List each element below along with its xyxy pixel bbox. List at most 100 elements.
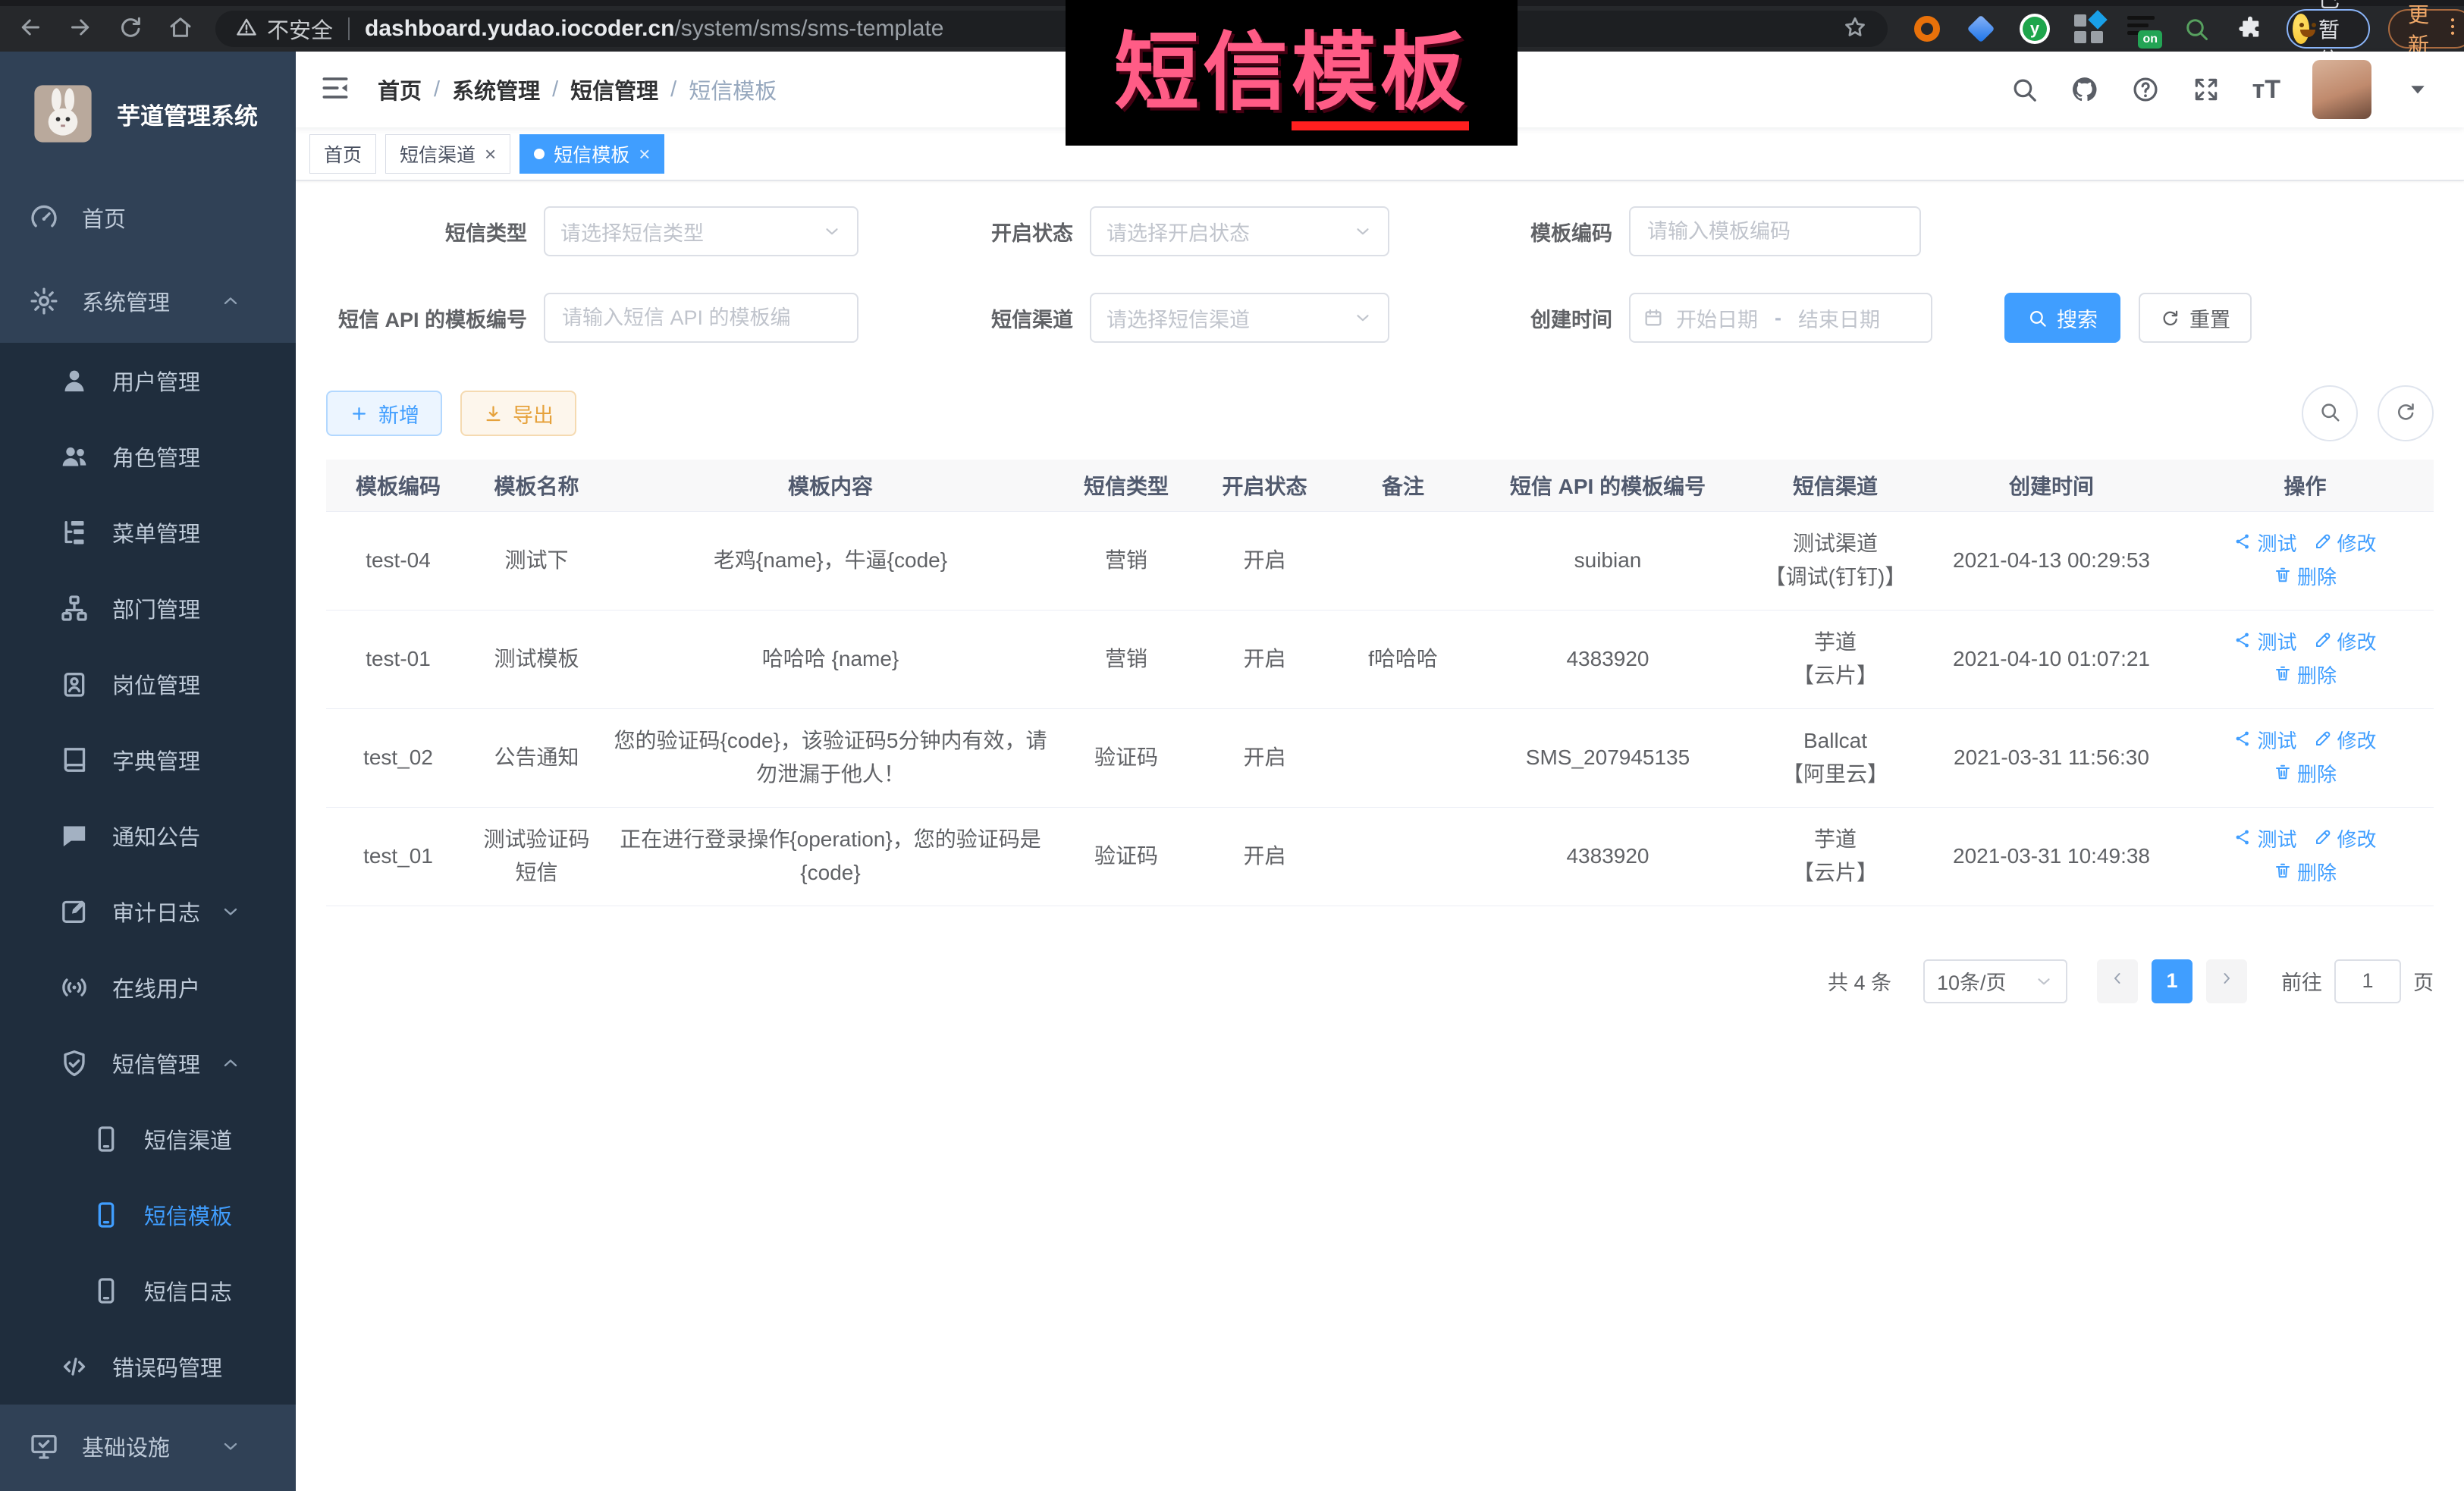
header-search-icon[interactable]: [2010, 75, 2039, 104]
forward-icon[interactable]: [67, 14, 94, 45]
user-avatar[interactable]: [2312, 60, 2371, 119]
address-divider: [348, 17, 350, 40]
cell-sms-type: 验证码: [1058, 807, 1194, 906]
sidebar-item-15[interactable]: 错误码管理: [0, 1329, 296, 1405]
sidebar-item-12[interactable]: 短信渠道: [0, 1101, 296, 1177]
toggle-search-button[interactable]: [2302, 385, 2358, 441]
cell-template-code: test_02: [326, 708, 470, 807]
edit-link[interactable]: 修改: [2314, 626, 2377, 659]
test-link[interactable]: 测试: [2233, 527, 2296, 560]
delete-link[interactable]: 删除: [2274, 560, 2337, 594]
sidebar-item-label: 角色管理: [112, 441, 200, 472]
delete-link[interactable]: 删除: [2274, 856, 2337, 890]
app-title: 芋道管理系统: [117, 97, 258, 131]
extension-grid-icon[interactable]: [2072, 12, 2105, 46]
sidebar-item-10[interactable]: 在线用户: [0, 950, 296, 1025]
export-button[interactable]: 导出: [460, 391, 576, 436]
extension-gem-icon[interactable]: [1964, 12, 1998, 46]
github-icon[interactable]: [2070, 75, 2099, 104]
sidebar-item-8[interactable]: 通知公告: [0, 798, 296, 874]
sidebar-item-0[interactable]: 首页: [0, 176, 296, 259]
breadcrumb-item[interactable]: 首页: [378, 74, 422, 105]
bookmark-star-icon[interactable]: [1842, 14, 1868, 44]
status-select[interactable]: 请选择开启状态: [1090, 206, 1389, 256]
page-size-select[interactable]: 10条/页: [1923, 959, 2067, 1003]
goto-page-input[interactable]: [2334, 959, 2401, 1003]
font-size-icon[interactable]: тT: [2252, 75, 2280, 105]
extension-ring-icon[interactable]: [1910, 12, 1944, 46]
fullscreen-icon[interactable]: [2192, 75, 2221, 104]
channel-select[interactable]: 请选择短信渠道: [1090, 293, 1389, 343]
test-link[interactable]: 测试: [2233, 724, 2296, 758]
reload-icon[interactable]: [117, 14, 144, 45]
help-icon[interactable]: [2131, 75, 2160, 104]
sidebar-item-label: 错误码管理: [112, 1351, 222, 1383]
sidebar-item-9[interactable]: 审计日志: [0, 874, 296, 950]
update-label: 更新: [2408, 0, 2429, 59]
home-icon[interactable]: [167, 14, 194, 45]
cell-status: 开启: [1194, 511, 1335, 610]
extensions-puzzle-icon[interactable]: [2233, 12, 2267, 46]
reset-button[interactable]: 重置: [2139, 293, 2252, 343]
sidebar-item-2[interactable]: 用户管理: [0, 343, 296, 419]
template-code-input[interactable]: [1629, 206, 1921, 256]
test-link[interactable]: 测试: [2233, 626, 2296, 659]
chevron-down-icon: [220, 1436, 241, 1457]
sidebar-item-label: 首页: [82, 202, 126, 234]
refresh-table-button[interactable]: [2378, 385, 2434, 441]
breadcrumb-separator: /: [552, 77, 558, 102]
cell-template-code: test_01: [326, 807, 470, 906]
address-bar[interactable]: 不安全 dashboard.yudao.iocoder.cn /system/s…: [215, 11, 1888, 47]
breadcrumb-item[interactable]: 系统管理: [452, 74, 540, 105]
create-time-range-picker[interactable]: 开始日期 - 结束日期: [1629, 293, 1932, 343]
avatar-caret-down-icon[interactable]: [2403, 75, 2432, 104]
sidebar-item-label: 字典管理: [112, 744, 200, 776]
sidebar-item-1[interactable]: 系统管理: [0, 259, 296, 343]
edit-link[interactable]: 修改: [2314, 724, 2377, 758]
cell-template-code: test-01: [326, 610, 470, 708]
extension-y-icon[interactable]: y: [2018, 12, 2051, 46]
extension-search-icon[interactable]: [2180, 12, 2213, 46]
edit-link[interactable]: 修改: [2314, 527, 2377, 560]
delete-link[interactable]: 删除: [2274, 758, 2337, 791]
prev-page-button[interactable]: [2097, 959, 2138, 1003]
filter-label-status: 开启状态: [858, 217, 1090, 246]
extension-list-icon[interactable]: on: [2126, 12, 2159, 46]
sms-type-select[interactable]: 请选择短信类型: [544, 206, 858, 256]
edit-link[interactable]: 修改: [2314, 823, 2377, 856]
api-template-id-input[interactable]: [544, 293, 858, 343]
column-header: 模板编码: [326, 460, 470, 511]
breadcrumb-item[interactable]: 短信管理: [570, 74, 658, 105]
sidebar-item-14[interactable]: 短信日志: [0, 1253, 296, 1329]
browser-update-button[interactable]: 更新: [2388, 9, 2464, 49]
close-icon[interactable]: ×: [639, 144, 650, 164]
cell-created-time: 2021-03-31 11:56:30: [1926, 708, 2177, 807]
next-page-button[interactable]: [2206, 959, 2247, 1003]
tab-1[interactable]: 短信渠道×: [385, 134, 510, 174]
delete-link-label: 删除: [2297, 856, 2337, 890]
app-logo-row[interactable]: 芋道管理系统: [0, 52, 296, 176]
sidebar-item-11[interactable]: 短信管理: [0, 1025, 296, 1101]
back-icon[interactable]: [17, 14, 44, 45]
cell-created-time: 2021-03-31 10:49:38: [1926, 807, 2177, 906]
cell-actions: 测试修改删除: [2177, 708, 2434, 807]
sidebar-item-5[interactable]: 部门管理: [0, 570, 296, 646]
sidebar-item-3[interactable]: 角色管理: [0, 419, 296, 494]
menu-dots-icon[interactable]: [2441, 15, 2464, 43]
tab-0[interactable]: 首页: [309, 134, 376, 174]
sidebar-item-6[interactable]: 岗位管理: [0, 646, 296, 722]
close-icon[interactable]: ×: [485, 144, 496, 164]
chevron-up-icon: [220, 290, 241, 312]
hamburger-icon[interactable]: [319, 71, 352, 108]
add-button[interactable]: 新增: [326, 391, 442, 436]
browser-profile-button[interactable]: 已暂停: [2287, 9, 2370, 49]
sidebar-item-7[interactable]: 字典管理: [0, 722, 296, 798]
delete-link[interactable]: 删除: [2274, 659, 2337, 692]
tab-2[interactable]: 短信模板×: [519, 134, 664, 174]
test-link[interactable]: 测试: [2233, 823, 2296, 856]
sidebar-item-16[interactable]: 基础设施: [0, 1405, 296, 1488]
search-button[interactable]: 搜索: [2004, 293, 2120, 343]
sidebar-item-13[interactable]: 短信模板: [0, 1177, 296, 1253]
current-page-button[interactable]: 1: [2152, 959, 2192, 1003]
sidebar-item-4[interactable]: 菜单管理: [0, 494, 296, 570]
